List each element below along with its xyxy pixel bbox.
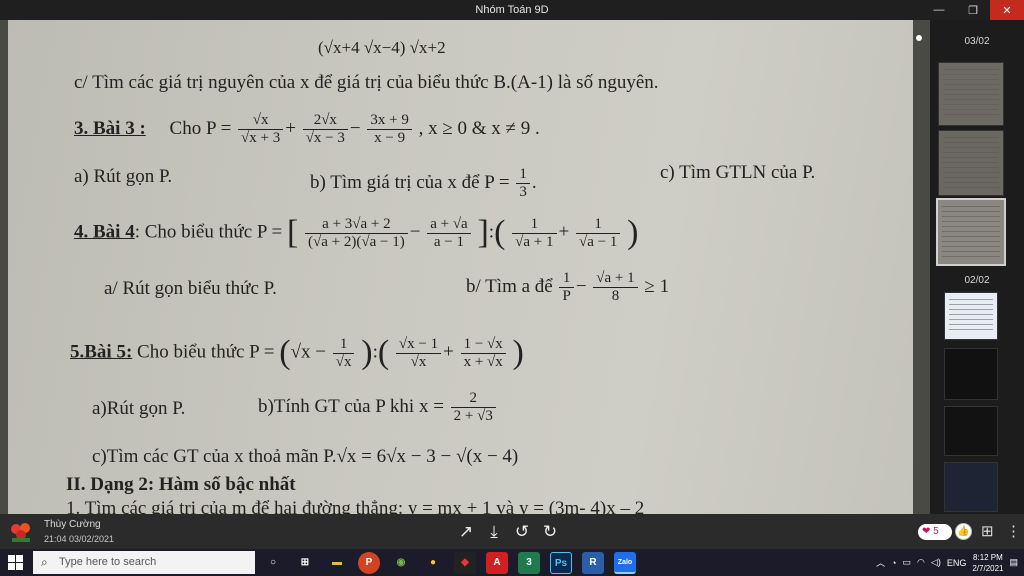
language-indicator[interactable]: ENG [947,558,967,568]
bai5-b-fraction: 22 + √3 [450,390,496,425]
close-button[interactable]: ✕ [990,0,1024,20]
photoshop-icon[interactable]: Ps [550,552,572,574]
worksheet-photo: (√x+4 √x−4) √x+2 c/ Tìm các giá trị nguy… [8,20,913,514]
volume-icon[interactable]: ◁) [931,557,941,568]
rotate-right-icon[interactable]: ↻ [539,521,561,543]
notification-icon[interactable]: ▤ [1009,557,1018,568]
bai4-part-a: a/ Rút gọn biểu thức P. [104,278,277,299]
acrobat-icon[interactable]: A [486,552,508,574]
thumbnail-5[interactable] [944,348,998,400]
window-titlebar: Nhóm Toán 9D — ❐ ✕ [0,0,1024,20]
thumbnail-3-active[interactable] [936,198,1006,266]
bai3-condition: , x ≥ 0 & x ≠ 9 . [418,117,540,139]
bai4-fraction-3: 1 √a + 1 [512,216,557,251]
bai4-fraction-2: a + √a a − 1 [427,216,471,251]
bai3-part-c: c) Tìm GTLN của P. [660,162,816,183]
file-explorer-icon[interactable]: ▬ [326,552,348,574]
maximize-button[interactable]: ❐ [956,0,990,20]
reaction-badge[interactable]: ❤ 5 👍 [918,523,972,540]
app-icon-red[interactable]: ◆ [454,552,476,574]
bai3-label: 3. Bài 3 : [74,117,146,139]
bai3-fraction-2: 2√x √x − 3 [302,112,348,147]
bai5-part-b: b)Tính GT của P khi x = 22 + √3 [258,390,498,425]
clock-date: 2/7/2021 [972,563,1004,573]
partial-expression: (√x+4 √x−4) √x+2 [318,38,446,57]
windows-start-icon[interactable] [8,555,23,570]
indicator-dot-icon [916,35,922,41]
bai3-line: 3. Bài 3 : Cho P = √x √x + 3 + 2√x √x − 3− … [74,112,540,147]
thumbnail-6[interactable] [944,406,998,456]
bai3-fraction-3: 3x + 9x − 9 [367,112,412,147]
bai5-part-a: a)Rút gọn P. [92,398,186,419]
bai3-lead: Cho P = [169,117,232,139]
search-placeholder: Type here to search [59,556,157,568]
page-counter-1: 03/02 [964,36,990,47]
wifi-icon[interactable]: ◠ [917,557,925,568]
app-icon-r[interactable]: R [582,552,604,574]
battery-icon[interactable]: ▭ [903,557,912,568]
sent-time: 21:04 03/02/2021 [44,534,115,544]
taskbar-clock[interactable]: 8:12 PM 2/7/2021 [972,552,1003,574]
window-title: Nhóm Toán 9D [475,4,549,16]
bai5-fraction-1: 1 √x [332,336,355,371]
layout-icon[interactable]: ⊞ [981,522,994,540]
bai4-fraction-4: 1 √a − 1 [575,216,621,251]
bai4-lead: : Cho biểu thức P = [134,221,283,243]
app-icon-green[interactable]: ◉ [390,552,412,574]
share-icon[interactable]: ↗ [455,521,477,543]
page-counter-2: 02/02 [964,275,990,286]
bai3-b-fraction: 13 [516,166,530,201]
thumbnail-4[interactable] [944,292,998,340]
chevron-up-icon[interactable]: ︿ [876,556,885,569]
thumbnail-2[interactable] [938,130,1004,196]
download-icon[interactable]: ⤓ [483,521,505,543]
section-heading: II. Dạng 2: Hàm số bậc nhất [66,474,296,495]
bai5-label: 5.Bài 5: [70,341,133,363]
bai4-line: 4. Bài 4: Cho biểu thức P = [ a + 3√a + … [74,214,639,251]
bai4-label: 4. Bài 4 [74,221,135,243]
bai4-part-b: b/ Tìm a để 1 P − √a + 18 ≥ 1 [466,270,670,305]
viewer-bottom-bar: Thùy Cường 21:04 03/02/2021 ↗ ⤓ ↺ ↻ ❤ 5 … [0,514,1024,549]
system-tray: ︿ ◔ ▭ ◠ ◁) ENG 8:12 PM 2/7/2021 ▤ [876,549,1018,576]
bai3-fraction-1: √x √x + 3 [238,112,284,147]
windows-taskbar: ⌕ Type here to search ○ ⊞ ▬ P ◉ ● ◆ A 3 … [0,549,1024,576]
taskbar-search-box[interactable]: ⌕ Type here to search [33,551,255,574]
task-view-icon[interactable]: ⊞ [294,552,316,574]
thumbnail-1[interactable] [938,62,1004,126]
bai4-b-fraction-1: 1P [559,270,574,305]
rotate-left-icon[interactable]: ↺ [511,521,533,543]
clock-time: 8:12 PM [973,552,1003,562]
exercise-line-last: 1. Tìm các giá trị của m để hai đường th… [66,498,645,514]
user-avatar [11,523,30,542]
minimize-button[interactable]: — [922,0,956,20]
bai5-lead: Cho biểu thức P = [137,341,275,363]
bai4-fraction-1: a + 3√a + 2 (√a + 2)(√a − 1) [305,216,408,251]
chrome-icon[interactable]: ● [422,552,444,574]
thumbnail-sidebar: 03/02 02/02 [916,20,1024,514]
thumbnail-7[interactable] [944,462,998,512]
sender-name: Thùy Cường [44,519,101,530]
bai5-part-c: c)Tìm các GT của x thoả mãn P.√x = 6√x −… [92,446,519,467]
image-viewer[interactable]: (√x+4 √x−4) √x+2 c/ Tìm các giá trị nguy… [0,20,930,514]
heart-icon: ❤ [922,526,931,537]
search-icon: ⌕ [41,555,48,569]
app-icon-3[interactable]: 3 [518,552,540,574]
like-icon[interactable]: 👍 [955,523,972,540]
reaction-count: 5 [933,526,939,537]
cortana-icon[interactable]: ○ [262,552,284,574]
network-icon[interactable]: ◔ [891,558,896,568]
zalo-icon[interactable]: Zalo [614,552,636,574]
bai3-part-b: b) Tìm giá trị của x để P = 13. [310,166,537,201]
bai4-b-fraction-2: √a + 18 [593,270,638,305]
bai3-part-a: a) Rút gọn P. [74,166,173,187]
powerpoint-icon[interactable]: P [358,552,380,574]
bai5-fraction-2: √x − 1 √x [395,336,442,371]
more-icon[interactable]: ⋮ [1006,522,1021,540]
bai5-line: 5.Bài 5: Cho biểu thức P = (√x − 1 √x ):(… [70,334,524,371]
exercise-line-c: c/ Tìm các giá trị nguyên của x để giá t… [74,72,659,93]
bai5-fraction-3: 1 − √x x + √x [460,336,506,371]
